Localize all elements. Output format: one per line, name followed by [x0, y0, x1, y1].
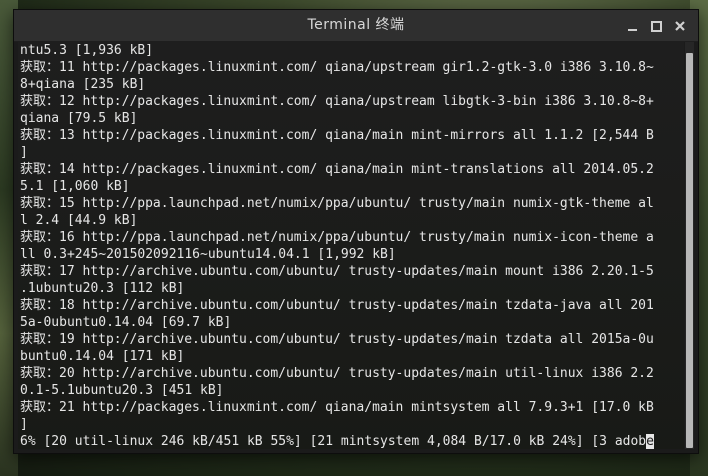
terminal-line: 获取：12 http://packages.linuxmint.com/ qia… — [20, 94, 654, 109]
terminal-line: .1ubuntu20.3 [112 kB] — [20, 281, 185, 296]
terminal-line: qiana [79.5 kB] — [20, 111, 138, 126]
terminal-line: 获取：21 http://packages.linuxmint.com/ qia… — [20, 400, 654, 415]
terminal-line: ll 0.3+245~201502092116~ubuntu14.04.1 [1… — [20, 247, 396, 262]
desktop-bottom-area — [0, 452, 708, 476]
terminal-line: 获取：14 http://packages.linuxmint.com/ qia… — [20, 162, 654, 177]
terminal-line: 获取：16 http://ppa.launchpad.net/numix/ppa… — [20, 230, 654, 245]
terminal-line: 获取：19 http://archive.ubuntu.com/ubuntu/ … — [20, 332, 654, 347]
terminal-line: 5.1 [1,060 kB] — [20, 179, 130, 194]
terminal-line: 0.1-5.1ubuntu20.3 [451 kB] — [20, 383, 224, 398]
terminal-window: Terminal 终端 ntu5.3 [1,936 kB] 获取：11 http… — [13, 9, 699, 454]
terminal-line: buntu0.14.04 [171 kB] — [20, 349, 185, 364]
scrollbar-thumb[interactable] — [686, 53, 693, 448]
progress-text: 6% [20 util-linux 246 kB/451 kB 55%] [21… — [20, 434, 647, 449]
scrollbar[interactable] — [685, 42, 694, 449]
terminal-line: 获取：15 http://ppa.launchpad.net/numix/ppa… — [20, 196, 654, 211]
terminal-line: ] — [20, 417, 28, 432]
terminal-line: 5a-0ubuntu0.14.04 [69.7 kB] — [20, 315, 232, 330]
progress-line: 6% [20 util-linux 246 kB/451 kB 55%] [21… — [18, 433, 684, 449]
title-bar[interactable]: Terminal 终端 — [14, 10, 698, 42]
close-icon[interactable] — [672, 18, 688, 34]
terminal-output[interactable]: ntu5.3 [1,936 kB] 获取：11 http://packages.… — [18, 42, 684, 449]
maximize-icon[interactable] — [648, 18, 664, 34]
terminal-line: 8+qiana [235 kB] — [20, 77, 146, 92]
terminal-line: 获取：17 http://archive.ubuntu.com/ubuntu/ … — [20, 264, 654, 279]
terminal-line: 获取：18 http://archive.ubuntu.com/ubuntu/ … — [20, 298, 654, 313]
text-cursor: e — [646, 434, 654, 449]
terminal-line: ntu5.3 [1,936 kB] — [20, 43, 154, 58]
window-title: Terminal 终端 — [307, 17, 405, 33]
terminal-line: 获取：11 http://packages.linuxmint.com/ qia… — [20, 60, 654, 75]
terminal-line: 获取：20 http://archive.ubuntu.com/ubuntu/ … — [20, 366, 654, 381]
terminal-line: l 2.4 [44.9 kB] — [20, 213, 138, 228]
minimize-icon[interactable] — [624, 18, 640, 34]
terminal-line: ] — [20, 145, 28, 160]
terminal-line: 获取：13 http://packages.linuxmint.com/ qia… — [20, 128, 654, 143]
